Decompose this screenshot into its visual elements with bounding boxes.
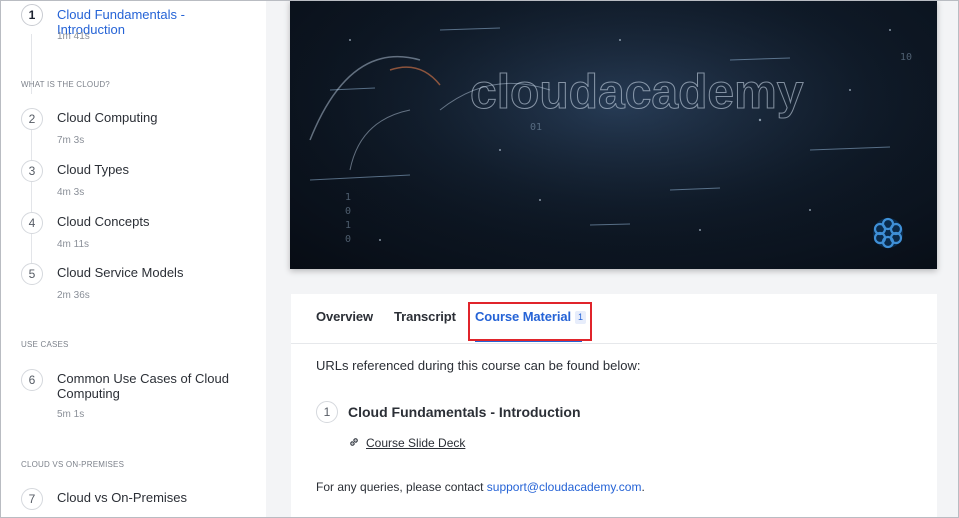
lesson-title: Cloud Types <box>57 162 130 177</box>
svg-text:10: 10 <box>900 52 912 63</box>
lesson-item-4[interactable]: 4 Cloud Concepts 4m 11s <box>1 212 266 252</box>
link-label: Course Slide Deck <box>366 436 466 450</box>
lesson-item-2[interactable]: 2 Cloud Computing 7m 3s <box>1 108 266 148</box>
contact-prefix: For any queries, please contact <box>316 480 487 494</box>
svg-text:0: 0 <box>345 234 351 245</box>
contact-text: For any queries, please contact support@… <box>316 480 645 494</box>
link-icon <box>348 436 360 451</box>
lesson-duration: 2m 36s <box>57 290 90 301</box>
lesson-title: Cloud vs On-Premises <box>57 490 188 505</box>
lesson-number: 6 <box>21 369 43 391</box>
lesson-title: Common Use Cases of Cloud Computing <box>57 371 229 401</box>
course-slide-deck-link[interactable]: Course Slide Deck <box>348 436 465 451</box>
section-label-use-cases: USE CASES <box>21 340 69 349</box>
lesson-duration: 5m 1s <box>57 409 85 420</box>
lesson-title: Cloud Service Models <box>57 265 184 280</box>
lesson-item-3[interactable]: 3 Cloud Types 4m 3s <box>1 160 266 200</box>
video-frame-graphic: 10 10 0110 cloudacademy <box>290 0 937 269</box>
svg-text:01: 01 <box>530 122 542 133</box>
support-email-link[interactable]: support@cloudacademy.com <box>487 480 642 494</box>
lesson-item-6[interactable]: 6 Common Use Cases of Cloud Computing 5m… <box>1 369 266 425</box>
section-label-what-is-cloud: WHAT IS THE CLOUD? <box>21 80 110 89</box>
lesson-duration: 4m 3s <box>57 187 85 198</box>
lesson-duration: 7m 3s <box>57 135 85 146</box>
svg-text:1: 1 <box>345 192 351 203</box>
lesson-item-1[interactable]: 1 Cloud Fundamentals - Introduction 1m 4… <box>1 4 266 44</box>
tab-bar: Overview Transcript Course Material 1 <box>291 294 937 344</box>
lesson-duration: 1m 41s <box>57 31 90 42</box>
lesson-number: 7 <box>21 488 43 510</box>
lesson-title: Cloud Computing <box>57 110 158 125</box>
lesson-number: 4 <box>21 212 43 234</box>
lesson-number: 3 <box>21 160 43 182</box>
material-intro-text: URLs referenced during this course can b… <box>316 358 641 373</box>
svg-text:0: 0 <box>345 206 351 217</box>
tab-overview[interactable]: Overview <box>316 309 373 324</box>
lesson-number: 5 <box>21 263 43 285</box>
cloud-academy-logo-icon <box>870 215 906 251</box>
course-content-panel: Overview Transcript Course Material 1 URL… <box>291 294 937 518</box>
section-label-cloud-vs-onprem: CLOUD VS ON-PREMISES <box>21 460 125 469</box>
video-player[interactable]: 10 10 01 10 cloudacademy <box>290 0 937 269</box>
timeline-line <box>31 129 32 279</box>
lesson-item-7[interactable]: 7 Cloud vs On-Premises <box>1 488 266 517</box>
video-watermark-text: cloudacademy <box>470 66 804 119</box>
course-sidebar: 1 Cloud Fundamentals - Introduction 1m 4… <box>1 1 266 517</box>
lesson-title: Cloud Concepts <box>57 214 150 229</box>
contact-suffix: . <box>641 480 645 494</box>
tab-transcript[interactable]: Transcript <box>394 309 456 324</box>
lesson-duration: 4m 11s <box>57 239 90 250</box>
lesson-number: 2 <box>21 108 43 130</box>
highlight-box <box>468 302 592 341</box>
resource-title: Cloud Fundamentals - Introduction <box>348 404 581 420</box>
lesson-number: 1 <box>21 4 43 26</box>
svg-text:1: 1 <box>345 220 351 231</box>
resource-number: 1 <box>316 401 338 423</box>
lesson-item-5[interactable]: 5 Cloud Service Models 2m 36s <box>1 263 266 303</box>
